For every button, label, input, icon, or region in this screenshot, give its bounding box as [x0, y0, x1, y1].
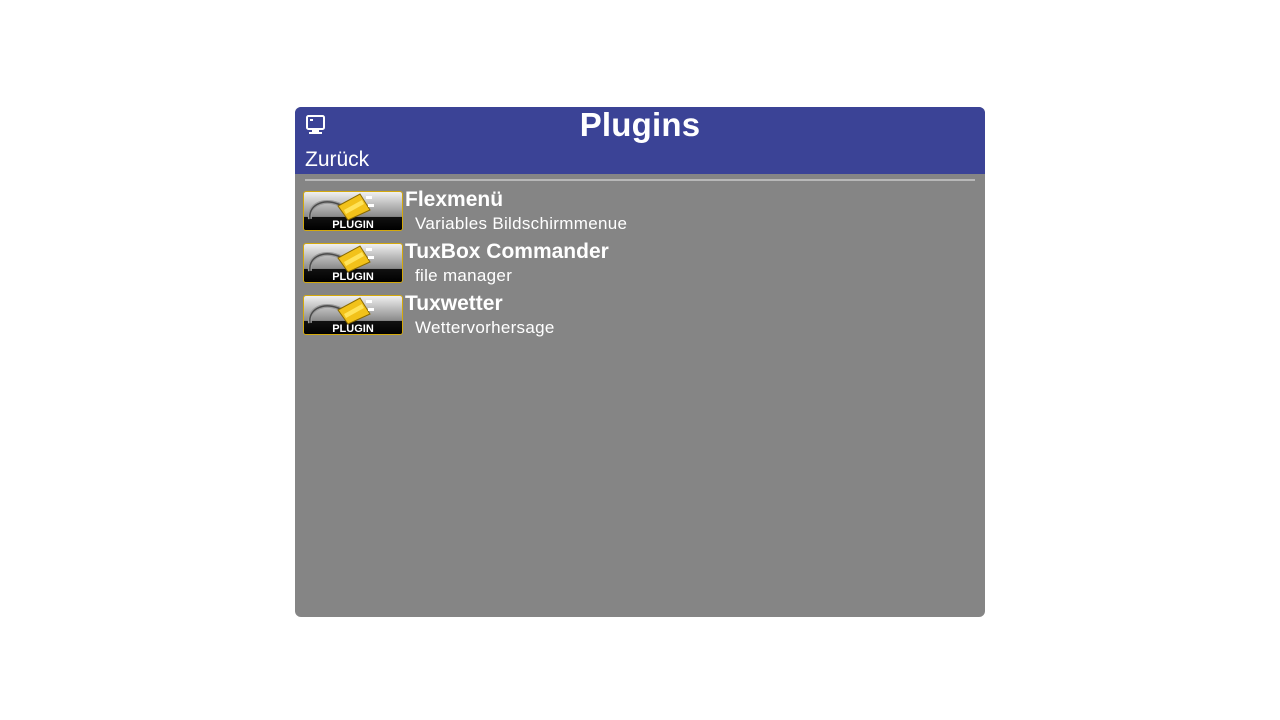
window-header: Plugins Zurück: [295, 107, 985, 174]
list-item-tuxwetter[interactable]: PLUGIN Tuxwetter Wettervorhersage: [303, 292, 977, 346]
page-title: Plugins: [579, 107, 701, 143]
plugin-list: PLUGIN Flexmenü Variables Bildschirmmenu…: [303, 188, 977, 346]
list-item-tuxbox-commander[interactable]: PLUGIN TuxBox Commander file manager: [303, 240, 977, 294]
plugin-name: Tuxwetter: [405, 292, 503, 315]
plugin-icon-label: PLUGIN: [332, 323, 374, 334]
plugin-name: Flexmenü: [405, 188, 504, 211]
back-menu-item[interactable]: Zurück: [305, 148, 369, 172]
plugin-description: Variables Bildschirmmenue: [415, 214, 628, 233]
plugin-icon: PLUGIN: [303, 191, 403, 231]
plugins-window: Plugins Zurück PLUGIN Flexmenü Variables…: [295, 107, 985, 617]
plugin-description: file manager: [415, 266, 513, 285]
plugin-name: TuxBox Commander: [405, 240, 609, 263]
plugin-icon: PLUGIN: [303, 295, 403, 335]
separator: [305, 179, 975, 181]
plugin-description: Wettervorhersage: [415, 318, 555, 337]
plugin-icon: PLUGIN: [303, 243, 403, 283]
plugin-icon-label: PLUGIN: [332, 271, 374, 282]
list-item-flexmenu[interactable]: PLUGIN Flexmenü Variables Bildschirmmenu…: [303, 188, 977, 242]
plugin-icon-label: PLUGIN: [332, 219, 374, 230]
